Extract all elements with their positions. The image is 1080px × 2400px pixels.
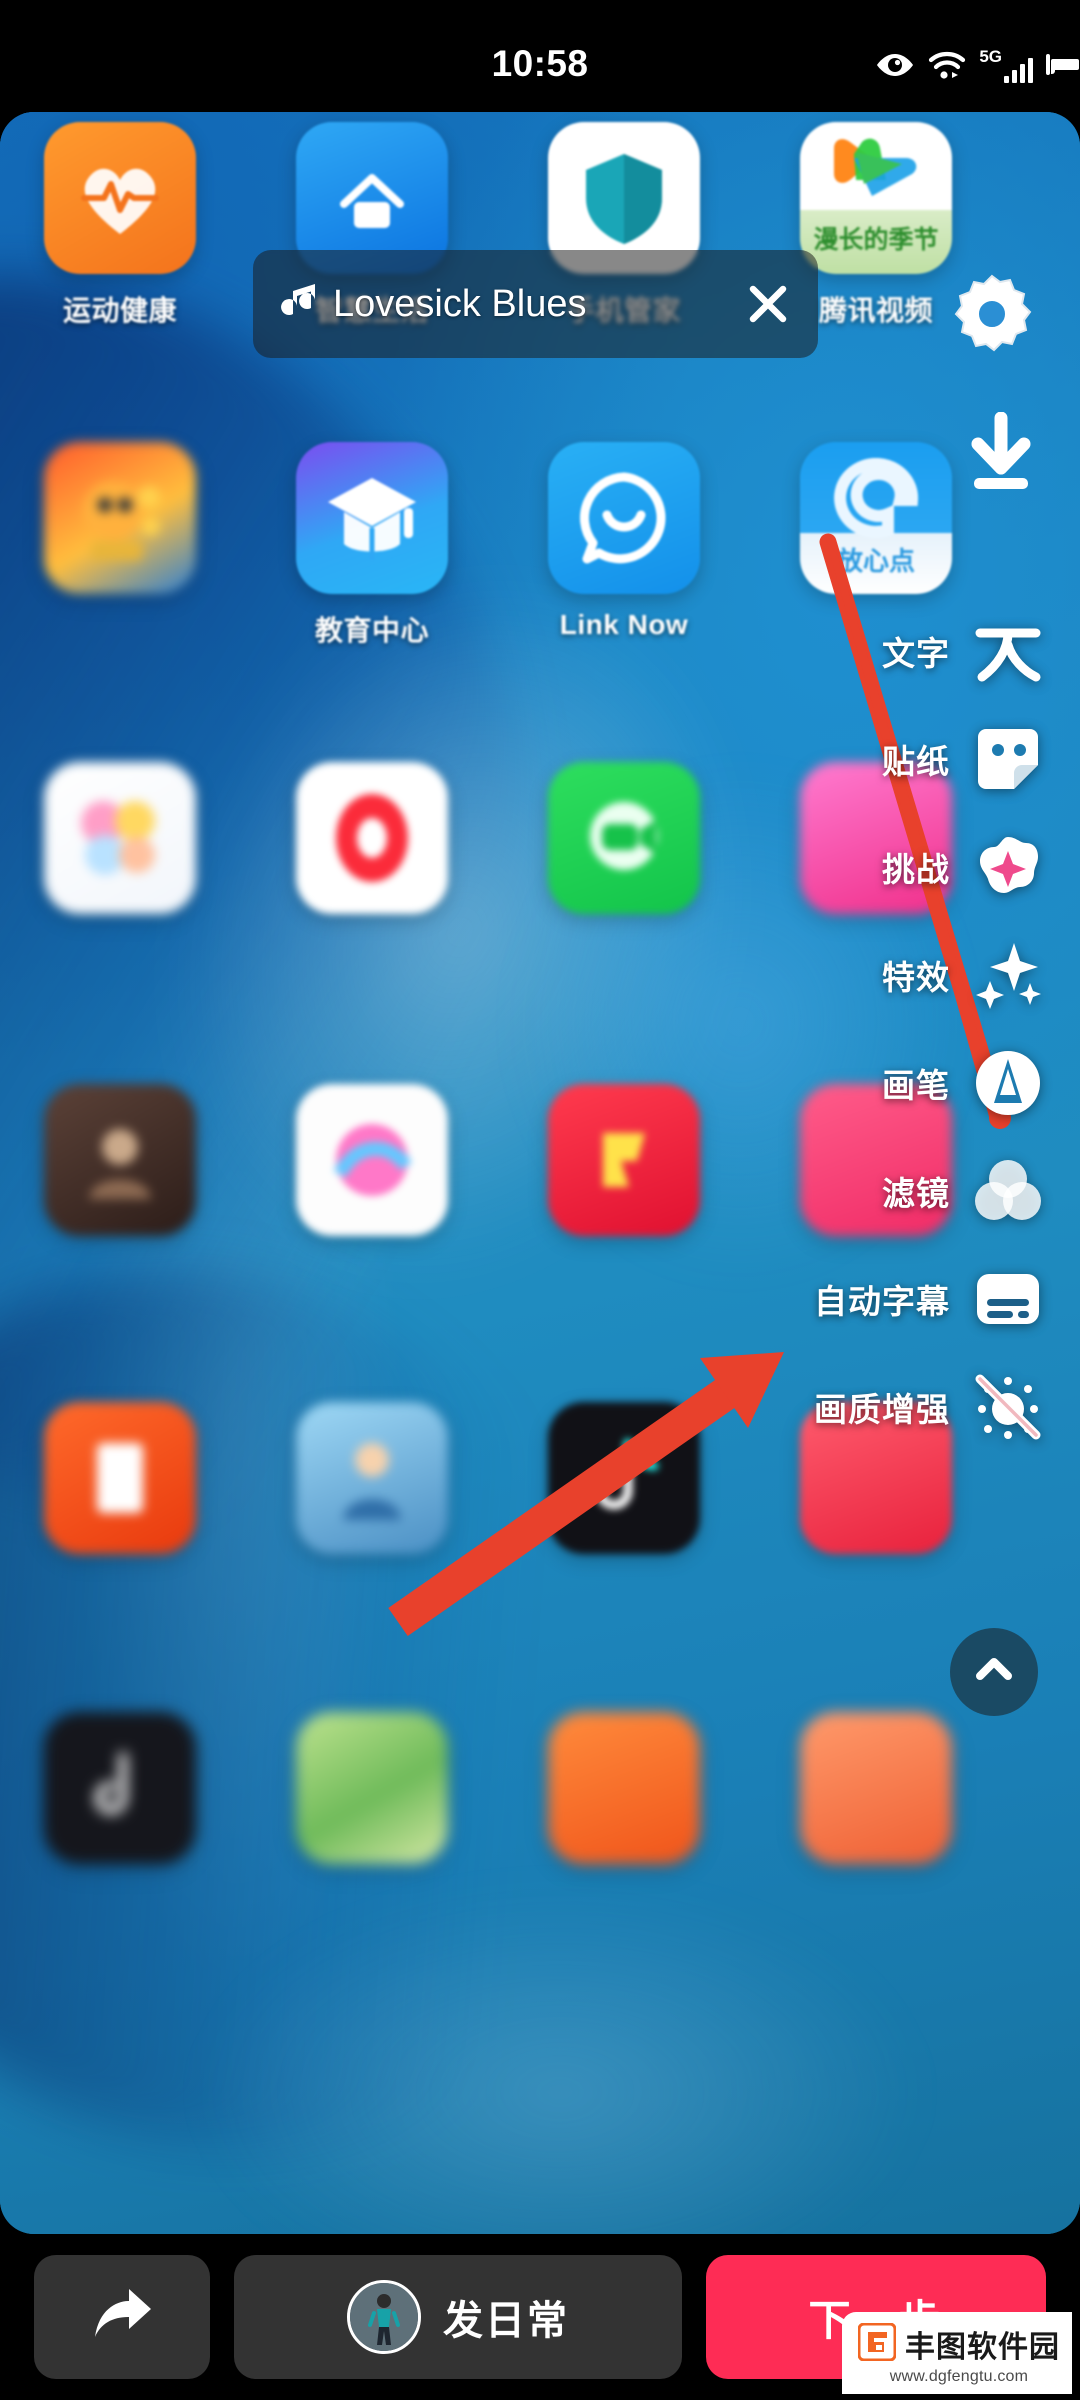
tool-label: 自动字幕 — [814, 1283, 950, 1320]
app-icon-blurred[interactable] — [24, 762, 216, 914]
music-note-icon — [279, 282, 319, 326]
tool-text[interactable]: 文字 — [750, 597, 1080, 705]
eye-comfort-icon — [875, 52, 915, 78]
tool-auto-subtitle[interactable]: 自动字幕 — [750, 1245, 1080, 1353]
app-icon-blurred[interactable] — [276, 762, 468, 914]
phone-screen: 运动健康 智慧生活 — [0, 0, 1080, 2400]
video-preview-canvas[interactable]: 运动健康 智慧生活 — [0, 112, 1080, 2234]
app-icon-blurred[interactable] — [528, 762, 720, 914]
share-button[interactable] — [34, 2255, 210, 2379]
download-icon[interactable] — [964, 411, 1038, 494]
tool-brush[interactable]: 画笔 — [750, 1029, 1080, 1137]
sticker-icon — [972, 723, 1044, 795]
avatar — [347, 2280, 421, 2354]
app-icon-blurred[interactable] — [528, 1402, 720, 1554]
chevron-up-icon — [968, 1644, 1020, 1701]
tool-label: 挑战 — [882, 851, 950, 888]
tool-label: 特效 — [882, 959, 950, 996]
music-track-pill[interactable]: Lovesick Blues — [253, 250, 818, 358]
filter-circles-icon — [972, 1155, 1044, 1227]
app-icon-education-center[interactable]: 教育中心 — [276, 442, 468, 649]
app-icon-link-now[interactable]: Link Now — [528, 442, 720, 641]
app-icon-blurred[interactable] — [24, 1402, 216, 1554]
app-icon-blurred[interactable] — [24, 1712, 216, 1864]
watermark-logo-icon — [857, 2322, 897, 2366]
app-icon-blurred[interactable] — [780, 1712, 972, 1864]
tool-label: 画笔 — [882, 1067, 950, 1104]
enhance-off-icon — [972, 1371, 1044, 1443]
share-arrow-icon — [89, 2287, 155, 2348]
wifi-icon — [928, 50, 966, 80]
app-icon-blurred[interactable] — [24, 1084, 216, 1236]
app-icon-health[interactable]: 运动健康 — [24, 122, 216, 329]
app-icon-blurred[interactable] — [276, 1402, 468, 1554]
app-icon-blurred[interactable] — [276, 1712, 468, 1864]
subtitle-icon — [972, 1263, 1044, 1335]
post-daily-button[interactable]: 发日常 — [234, 2255, 682, 2379]
tool-label: 画质增强 — [814, 1391, 950, 1428]
music-track-title: Lovesick Blues — [333, 282, 587, 325]
tool-label: 滤镜 — [882, 1175, 950, 1212]
tool-label: 文字 — [882, 635, 950, 672]
tool-effects[interactable]: 特效 — [750, 921, 1080, 1029]
tool-sticker[interactable]: 贴纸 — [750, 705, 1080, 813]
close-icon[interactable] — [744, 280, 792, 328]
tool-challenge[interactable]: 挑战 — [750, 813, 1080, 921]
app-label: Link Now — [559, 609, 689, 640]
brush-icon — [972, 1047, 1044, 1119]
watermark-name: 丰图软件园 — [905, 2331, 1060, 2364]
app-icon-browser[interactable]: 放心点 — [780, 442, 972, 609]
tool-quality-enhance[interactable]: 画质增强 — [750, 1353, 1080, 1461]
tool-filter[interactable]: 滤镜 — [750, 1137, 1080, 1245]
status-bar: 10:58 5G — [0, 0, 1080, 112]
watermark-url: www.dgfengtu.com — [889, 2368, 1029, 2385]
editor-toolbar: 文字 贴纸 挑战 特效 画笔 滤镜 自动字幕 画质增强 — [750, 597, 1080, 1461]
status-icons: 5G — [875, 46, 1079, 84]
tool-label: 贴纸 — [882, 743, 950, 780]
app-label: 运动健康 — [62, 295, 177, 326]
5g-signal-icon: 5G — [979, 48, 1033, 83]
signal-bars — [1004, 56, 1033, 83]
gear-icon[interactable] — [946, 270, 1038, 362]
app-icon-game[interactable] — [24, 442, 216, 609]
battery-icon — [1046, 54, 1079, 75]
collapse-toolbar-button[interactable] — [950, 1628, 1038, 1716]
watermark: 丰图软件园 www.dgfengtu.com — [842, 2312, 1072, 2394]
app-icon-blurred[interactable] — [528, 1712, 720, 1864]
sparkles-icon — [972, 939, 1044, 1011]
text-icon — [972, 615, 1044, 687]
app-icon-blurred[interactable] — [528, 1084, 720, 1236]
challenge-star-icon — [972, 831, 1044, 903]
app-icon-blurred[interactable] — [276, 1084, 468, 1236]
app-label: 教育中心 — [314, 615, 429, 646]
network-label: 5G — [979, 46, 1002, 66]
post-daily-label: 发日常 — [443, 2299, 569, 2343]
